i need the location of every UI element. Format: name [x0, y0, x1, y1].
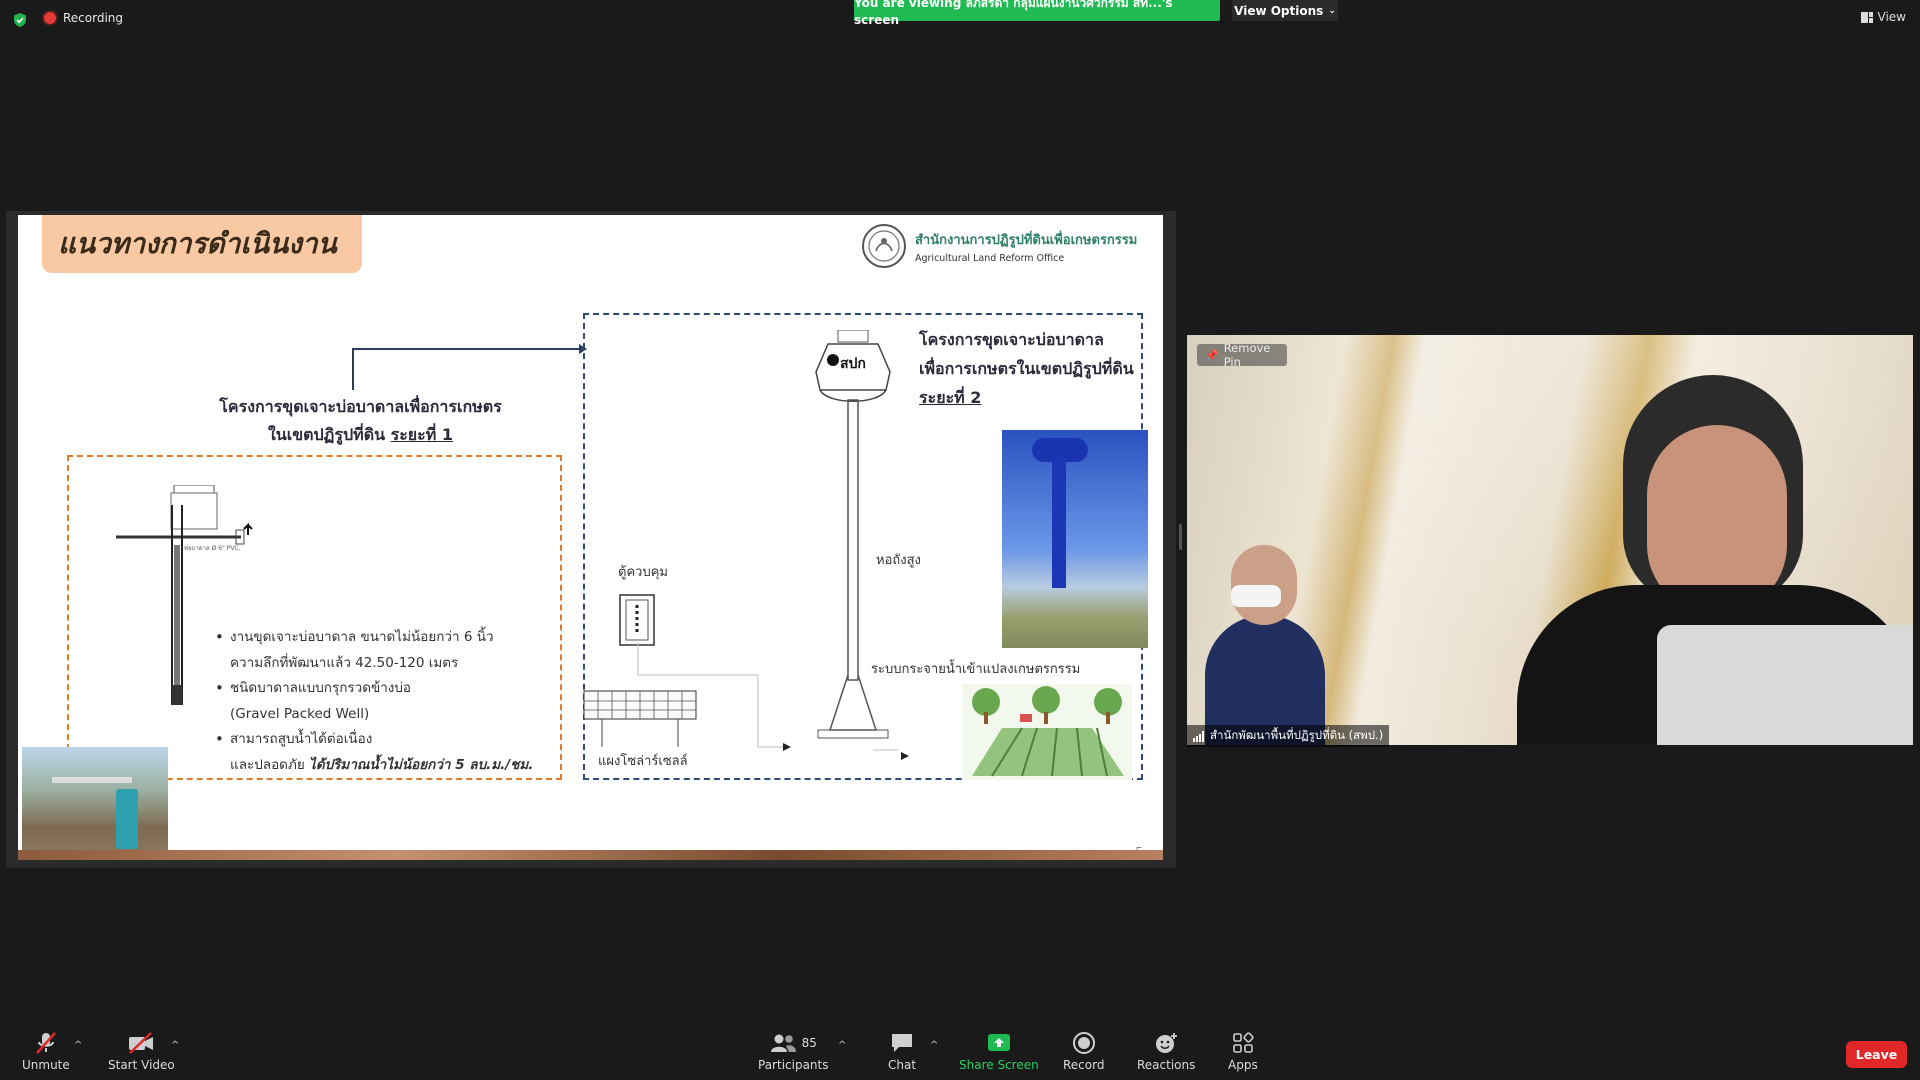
phase2-line2: เพื่อการเกษตรในเขตปฏิรูปที่ดิน: [919, 359, 1134, 378]
recording-dot-icon: [44, 12, 56, 24]
participants-label: Participants: [758, 1058, 829, 1072]
remove-pin-button[interactable]: 📌 Remove Pin: [1197, 341, 1287, 369]
apps-label: Apps: [1228, 1058, 1258, 1072]
participants-icon: [770, 1034, 796, 1052]
org-thai-name: สำนักงานการปฏิรูปที่ดินเพื่อเกษตรกรรม: [915, 232, 1138, 248]
signal-bars-icon: [1193, 730, 1204, 742]
share-screen-icon: [987, 1034, 1010, 1051]
connector-arrow: [352, 344, 587, 390]
share-screen-label: Share Screen: [959, 1058, 1039, 1072]
water-tower-photo: [1002, 430, 1148, 648]
bullet-1-line2: ความลึกที่พัฒนาแล้ว 42.50-120 เมตร: [230, 654, 459, 671]
reactions-label: Reactions: [1137, 1058, 1196, 1072]
phase1-line1: โครงการขุดเจาะบ่อบาดาลเพื่อการเกษตร: [219, 397, 502, 416]
slide-bottom-border: [18, 850, 1163, 860]
farm-field-illustration: [962, 684, 1132, 780]
distribution-label: ระบบกระจายน้ำเข้าแปลงเกษตรกรรม: [871, 662, 1081, 677]
phase2-line1: โครงการขุดเจาะบ่อบาดาล: [919, 330, 1104, 349]
recording-indicator[interactable]: Recording: [44, 11, 123, 25]
view-options-button[interactable]: View Options ⌄: [1232, 0, 1338, 21]
pin-icon: 📌: [1205, 348, 1219, 362]
microphone-muted-icon: [35, 1032, 56, 1054]
unmute-label: Unmute: [22, 1058, 70, 1072]
leave-button[interactable]: Leave: [1846, 1041, 1907, 1068]
shared-slide: แนวทางการดำเนินงาน สำนักงานการปฏิรูปที่ด…: [18, 215, 1163, 860]
svg-text:ท่อบาดาล Ø 6" PVC.: ท่อบาดาล Ø 6" PVC.: [184, 545, 241, 552]
chat-label: Chat: [888, 1058, 917, 1072]
view-button[interactable]: View: [1860, 10, 1906, 24]
chat-bubble-icon: [892, 1034, 913, 1052]
start-video-button[interactable]: Start Video: [108, 1031, 175, 1072]
reactions-smiley-icon: [1156, 1033, 1178, 1053]
video-camera-off-icon: [129, 1032, 154, 1054]
video-options-caret[interactable]: ^: [171, 1040, 179, 1051]
tower-logo-text: สปก: [840, 356, 866, 372]
bullet-3-line2-emphasis: ได้ปริมาณน้ำไม่น้อยกว่า 5 ลบ.ม./ชม.: [309, 756, 534, 773]
face-mask: [1231, 585, 1281, 607]
pinned-video-tile[interactable]: [1187, 335, 1913, 745]
view-layout-icon: [1860, 11, 1873, 23]
chat-button[interactable]: Chat: [888, 1031, 916, 1072]
participants-options-caret[interactable]: ^: [838, 1040, 846, 1051]
participant-name: สำนักพัฒนาพื้นที่ปฏิรูปที่ดิน (สพป.): [1210, 728, 1384, 742]
record-label: Record: [1063, 1058, 1105, 1072]
bullet-3-line2-prefix: และปลอดภัย: [230, 756, 310, 773]
bullet-2-line2: (Gravel Packed Well): [230, 705, 370, 722]
phase1-bullets: งานขุดเจาะบ่อบาดาล ขนาดไม่น้อยกว่า 6 นิ้…: [215, 625, 555, 778]
phase2-heading: โครงการขุดเจาะบ่อบาดาล เพื่อการเกษตรในเข…: [919, 325, 1141, 412]
start-video-label: Start Video: [108, 1058, 175, 1072]
record-icon: [1072, 1032, 1095, 1054]
participants-count: 85: [801, 1036, 817, 1050]
slide-title: แนวทางการดำเนินงาน: [42, 215, 362, 273]
panel-resize-handle[interactable]: [1179, 524, 1182, 550]
phase1-underlined: ระยะที่ 1: [390, 425, 454, 444]
laptop: [1657, 625, 1913, 745]
apps-button[interactable]: Apps: [1228, 1031, 1258, 1072]
security-shield-icon[interactable]: [12, 12, 28, 28]
share-screen-button[interactable]: Share Screen: [959, 1031, 1039, 1072]
alro-seal-icon: [862, 224, 906, 268]
bullet-2-line1: ชนิดบาดาลแบบกรุกรวดข้างบ่อ: [215, 676, 555, 702]
phase1-heading: โครงการขุดเจาะบ่อบาดาลเพื่อการเกษตร ในเข…: [173, 393, 548, 449]
high-tower-label: หอถังสูง: [876, 553, 921, 568]
bullet-3-line1: สามารถสูบน้ำได้ต่อเนื่อง: [215, 727, 555, 753]
bullet-1-line1: งานขุดเจาะบ่อบาดาล ขนาดไม่น้อยกว่า 6 นิ้…: [215, 625, 555, 651]
unmute-button[interactable]: Unmute: [22, 1031, 70, 1072]
water-flow-lines: [637, 643, 909, 760]
record-button[interactable]: Record: [1063, 1031, 1104, 1072]
apps-grid-icon: [1233, 1032, 1254, 1053]
chevron-down-icon: ⌄: [1328, 5, 1336, 16]
view-label: View: [1877, 10, 1906, 24]
chat-options-caret[interactable]: ^: [930, 1040, 938, 1051]
viewing-screen-banner: You are viewing ลภัสรดา กลุ่มแผนงานวิศวก…: [854, 0, 1220, 27]
participants-button[interactable]: 85 Participants: [758, 1031, 829, 1072]
control-cabinet-label: ตู้ควบคุม: [618, 565, 668, 580]
well-photo: [22, 747, 168, 855]
audio-options-caret[interactable]: ^: [74, 1040, 82, 1051]
remove-pin-label: Remove Pin: [1223, 341, 1271, 369]
participant-name-tag: สำนักพัฒนาพื้นที่ปฏิรูปที่ดิน (สพป.): [1187, 725, 1390, 747]
phase1-line2-prefix: ในเขตปฏิรูปที่ดิน: [267, 425, 391, 444]
org-english-name: Agricultural Land Reform Office: [915, 252, 1065, 264]
farm-field-graphic: [972, 686, 1124, 777]
org-header: สำนักงานการปฏิรูปที่ดินเพื่อเกษตรกรรม Ag…: [861, 223, 1137, 269]
reactions-button[interactable]: Reactions: [1137, 1031, 1195, 1072]
recording-label: Recording: [63, 11, 124, 25]
view-options-label: View Options: [1234, 3, 1324, 18]
